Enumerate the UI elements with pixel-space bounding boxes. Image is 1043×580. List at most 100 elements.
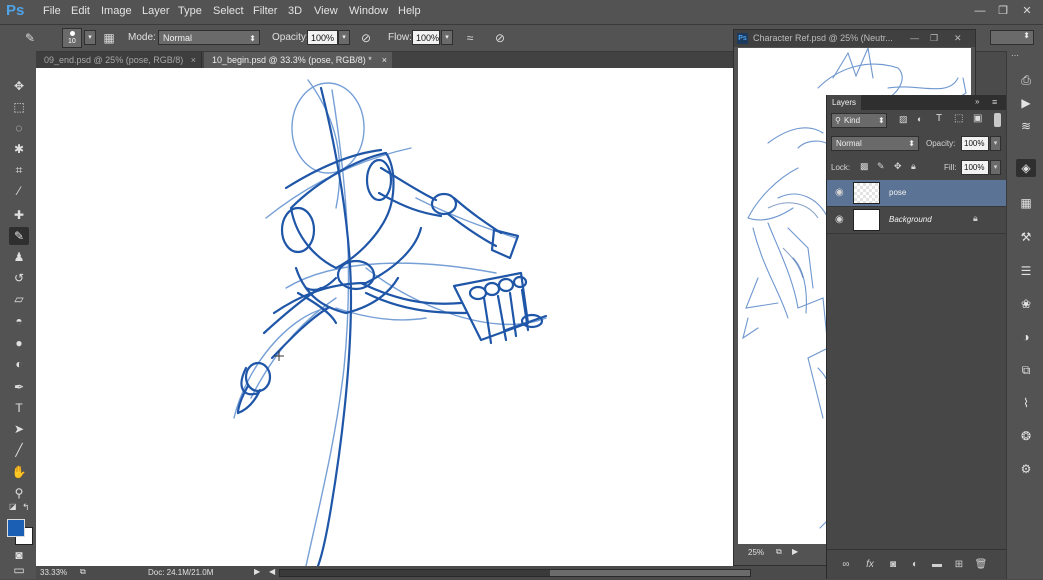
history-brush-icon[interactable]: ↺: [9, 269, 29, 287]
document-canvas[interactable]: [36, 68, 733, 566]
brush-presets-icon[interactable]: ≋: [1016, 117, 1036, 135]
fx-icon[interactable]: fx: [863, 559, 877, 571]
opacity-field[interactable]: 100%: [307, 30, 338, 45]
path-selection-icon[interactable]: ➤: [9, 420, 29, 438]
new-group-icon[interactable]: ▬: [930, 559, 944, 571]
reference-window-titlebar[interactable]: Ps Character Ref.psd @ 25% (Neutr... — ❐…: [734, 30, 975, 47]
lock-position-icon[interactable]: ✥: [894, 161, 902, 172]
new-layer-icon[interactable]: ⊞: [952, 559, 966, 571]
flow-field[interactable]: 100%: [412, 30, 440, 45]
healing-brush-icon[interactable]: ✚: [9, 206, 29, 224]
crop-icon[interactable]: ⌗: [9, 161, 29, 179]
tool-presets-icon[interactable]: ⚒: [1016, 228, 1036, 246]
visibility-eye-icon[interactable]: ◉: [835, 214, 844, 225]
brush-panel-icon[interactable]: ▦: [101, 30, 117, 46]
paint-bucket-icon[interactable]: ◓: [9, 312, 29, 330]
layer-row-pose[interactable]: ◉ pose: [827, 180, 1007, 207]
opacity-dropdown[interactable]: ▾: [338, 30, 350, 45]
magic-wand-icon[interactable]: ✱: [9, 140, 29, 158]
default-colors-icon[interactable]: ◪: [9, 502, 17, 511]
close-icon[interactable]: ×: [191, 52, 196, 68]
adjustments-icon[interactable]: ◑: [1016, 328, 1036, 346]
collapse-panel-icon[interactable]: »: [975, 97, 979, 106]
menu-3d[interactable]: 3D: [288, 5, 302, 17]
lock-all-icon[interactable]: 🔒︎: [911, 161, 916, 172]
menu-window[interactable]: Window: [349, 5, 388, 17]
filter-shape-icon[interactable]: ⬚: [954, 113, 963, 124]
layers-icon[interactable]: ◈: [1016, 159, 1036, 177]
type-icon[interactable]: T: [9, 399, 29, 417]
lock-transparency-icon[interactable]: ▩: [860, 161, 869, 172]
layer-opacity-field[interactable]: 100%: [961, 136, 989, 151]
swatches-icon[interactable]: ❀: [1016, 295, 1036, 313]
tab-layers[interactable]: Layers: [827, 95, 861, 110]
brush-preset-icon[interactable]: ✎: [22, 30, 38, 46]
reference-zoom-level[interactable]: 25%: [748, 548, 764, 557]
close-icon[interactable]: ×: [382, 52, 387, 68]
menu-select[interactable]: Select: [213, 5, 244, 17]
layer-row-background[interactable]: ◉ Background 🔒︎: [827, 207, 1007, 234]
menu-view[interactable]: View: [314, 5, 338, 17]
mode-select[interactable]: Normal ⬍: [158, 30, 260, 45]
menu-file[interactable]: File: [43, 5, 61, 17]
fill-field[interactable]: 100%: [961, 160, 989, 175]
pressure-opacity-icon[interactable]: ⊘: [358, 30, 374, 46]
menu-help[interactable]: Help: [398, 5, 421, 17]
visibility-eye-icon[interactable]: ◉: [835, 187, 844, 198]
panel-menu-icon[interactable]: ≡: [992, 97, 997, 107]
foreground-color-swatch[interactable]: [7, 519, 25, 537]
dock-grip[interactable]: ⋯: [1011, 51, 1019, 60]
brush-icon[interactable]: ✎: [9, 227, 29, 245]
menu-layer[interactable]: Layer: [142, 5, 170, 17]
marquee-icon[interactable]: ⬚: [9, 98, 29, 116]
scroll-left-icon[interactable]: ◀: [269, 567, 275, 576]
menu-type[interactable]: Type: [178, 5, 202, 17]
filter-pixel-icon[interactable]: ▨: [899, 114, 908, 125]
trash-icon[interactable]: 🗑︎: [974, 559, 988, 571]
quick-mask-icon[interactable]: ◙: [9, 546, 29, 564]
menu-edit[interactable]: Edit: [71, 5, 90, 17]
link-layers-icon[interactable]: ∞: [839, 559, 853, 571]
lasso-icon[interactable]: ◌: [9, 119, 29, 137]
fill-dropdown[interactable]: ▾: [990, 160, 1001, 175]
airbrush-icon[interactable]: ≈: [462, 30, 478, 46]
minimize-icon[interactable]: —: [973, 4, 987, 18]
share-icon[interactable]: ⧉: [776, 547, 782, 557]
menu-filter[interactable]: Filter: [253, 5, 277, 17]
dodge-icon[interactable]: ◐: [9, 355, 29, 373]
filter-toggle[interactable]: [994, 113, 1001, 127]
zoom-icon[interactable]: ⚲: [9, 484, 29, 502]
share-icon[interactable]: ⧉: [80, 567, 86, 577]
swap-colors-icon[interactable]: ↰: [22, 502, 30, 513]
channels-icon[interactable]: ▦: [1016, 194, 1036, 212]
workspace-select[interactable]: ⬍: [990, 30, 1034, 45]
tab-10-begin[interactable]: 10_begin.psd @ 33.3% (pose, RGB/8) * ×: [204, 52, 392, 68]
restore-icon[interactable]: ❐: [996, 4, 1010, 18]
actions-icon[interactable]: ▶: [1016, 94, 1036, 112]
clone-stamp-icon[interactable]: ♟: [9, 248, 29, 266]
lock-pixels-icon[interactable]: ✎: [877, 161, 885, 172]
brush-size-dropdown[interactable]: ▾: [84, 30, 96, 45]
pressure-size-icon[interactable]: ⊘: [492, 30, 508, 46]
eyedropper-icon[interactable]: ⁄: [9, 182, 29, 200]
menu-image[interactable]: Image: [101, 5, 132, 17]
layer-opacity-dropdown[interactable]: ▾: [990, 136, 1001, 151]
scrollbar-thumb[interactable]: [550, 570, 750, 576]
status-menu-arrow-icon[interactable]: ▶: [792, 547, 798, 556]
blend-mode-select[interactable]: Normal ⬍: [831, 136, 919, 151]
tab-09-end[interactable]: 09_end.psd @ 25% (pose, RGB/8) ×: [36, 52, 202, 68]
filter-adjustment-icon[interactable]: ◐: [917, 114, 922, 124]
horizontal-scrollbar[interactable]: [279, 569, 751, 577]
close-icon[interactable]: ✕: [954, 30, 962, 47]
brush-size-picker[interactable]: 10: [62, 28, 82, 48]
flow-dropdown[interactable]: ▾: [441, 30, 453, 45]
close-icon[interactable]: ✕: [1020, 4, 1034, 18]
adjustment-layer-icon[interactable]: ◐: [908, 559, 922, 571]
filter-kind-select[interactable]: ⚲ Kind ⬍: [831, 113, 887, 128]
info-icon[interactable]: ⧉: [1016, 361, 1036, 379]
zoom-level[interactable]: 33.33%: [40, 568, 67, 577]
paths-icon[interactable]: ⌇: [1016, 394, 1036, 412]
status-menu-arrow-icon[interactable]: ▶: [254, 567, 260, 576]
screen-mode-icon[interactable]: ▭: [9, 563, 29, 577]
filter-smart-object-icon[interactable]: ▣: [973, 113, 982, 124]
